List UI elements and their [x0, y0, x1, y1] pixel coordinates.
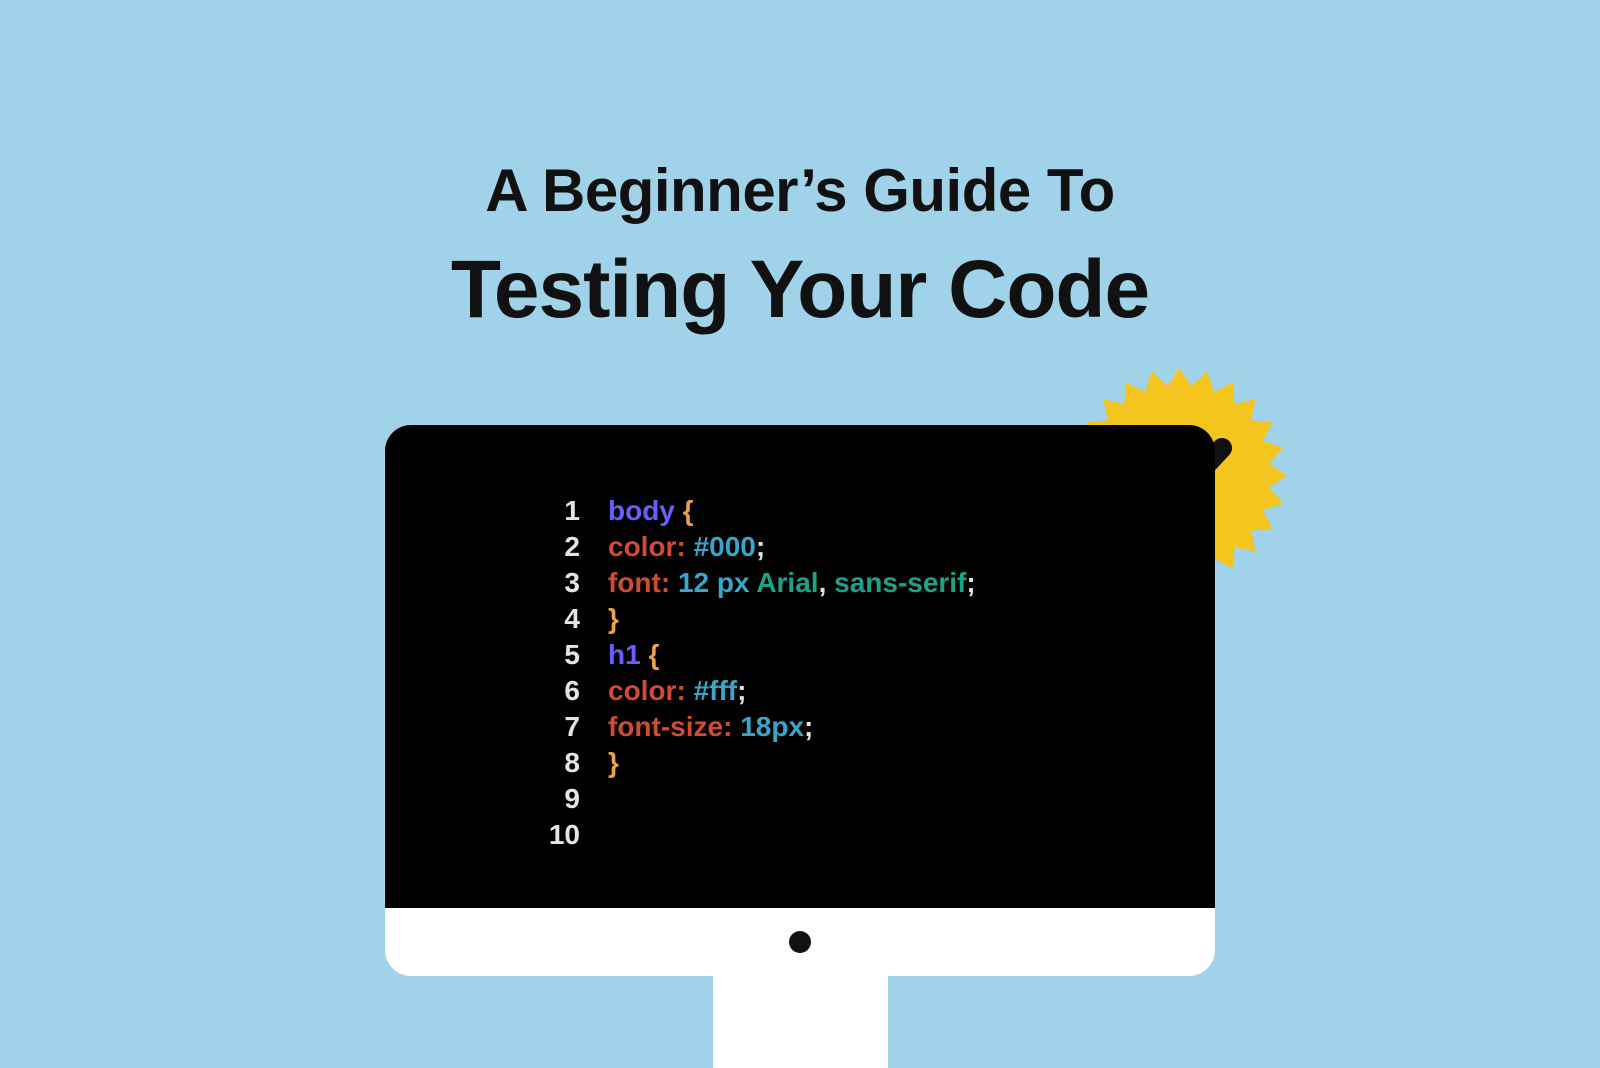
code-line: 8} — [520, 745, 1175, 781]
line-number: 5 — [520, 637, 580, 673]
monitor-screen: 1 body { 2 color: #000; 3 font: 12 px Arial, … — [385, 425, 1215, 908]
code-content: font-size: 18px; — [608, 709, 813, 745]
code-line: 7 font-size: 18px; — [520, 709, 1175, 745]
line-number: 4 — [520, 601, 580, 637]
monitor-illustration: 1 body { 2 color: #000; 3 font: 12 px Arial, … — [385, 425, 1215, 1068]
code-content: } — [608, 601, 619, 637]
heading-title: Testing Your Code — [0, 245, 1600, 335]
line-number: 2 — [520, 529, 580, 565]
monitor-stand — [713, 976, 888, 1068]
monitor-chin — [385, 908, 1215, 976]
code-line: 5 h1 { — [520, 637, 1175, 673]
code-line: 2 color: #000; — [520, 529, 1175, 565]
line-number: 1 — [520, 493, 580, 529]
code-editor: 1 body { 2 color: #000; 3 font: 12 px Arial, … — [520, 493, 1175, 853]
code-content: h1 { — [608, 637, 659, 673]
code-content: color: #fff; — [608, 673, 746, 709]
camera-dot-icon — [789, 931, 811, 953]
code-line: 1 body { — [520, 493, 1175, 529]
code-line: 3 font: 12 px Arial, sans-serif; — [520, 565, 1175, 601]
page-heading: A Beginner’s Guide To Testing Your Code — [0, 155, 1600, 335]
code-content: font: 12 px Arial, sans-serif; — [608, 565, 976, 601]
code-line: 9 — [520, 781, 1175, 817]
code-line: 6 color: #fff; — [520, 673, 1175, 709]
canvas: A Beginner’s Guide To Testing Your Code … — [0, 0, 1600, 1068]
line-number: 8 — [520, 745, 580, 781]
line-number: 10 — [520, 817, 580, 853]
code-content: body { — [608, 493, 694, 529]
line-number: 3 — [520, 565, 580, 601]
line-number: 6 — [520, 673, 580, 709]
code-line: 10 — [520, 817, 1175, 853]
line-number: 7 — [520, 709, 580, 745]
heading-subtitle: A Beginner’s Guide To — [0, 155, 1600, 227]
code-content: color: #000; — [608, 529, 765, 565]
line-number: 9 — [520, 781, 580, 817]
code-content: } — [608, 745, 619, 781]
code-line: 4} — [520, 601, 1175, 637]
